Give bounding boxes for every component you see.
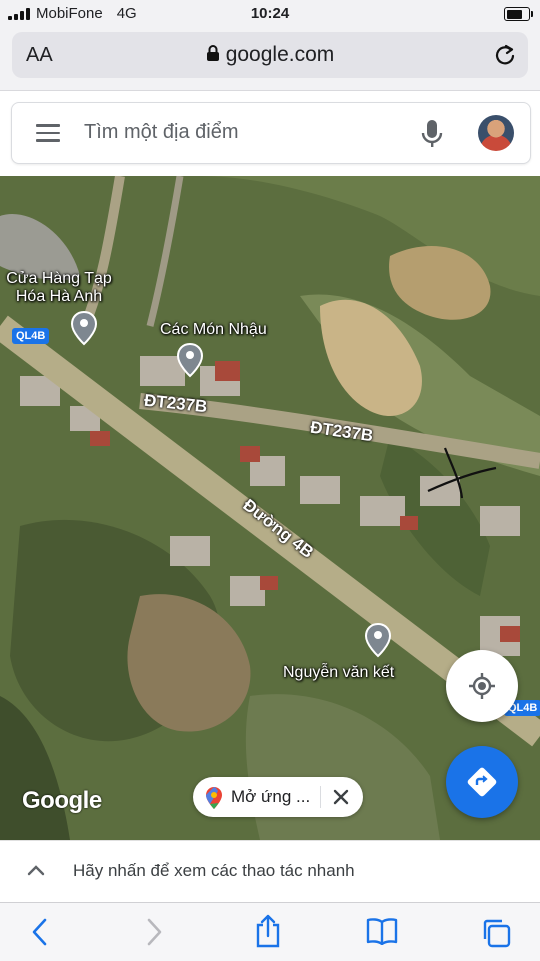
share-icon[interactable] — [254, 914, 282, 948]
search-input[interactable]: Tìm một địa điểm — [84, 121, 238, 144]
search-box[interactable]: Tìm một địa điểm — [11, 102, 531, 164]
reload-icon[interactable] — [494, 43, 516, 67]
satellite-map[interactable]: Cửa Hàng Tạp Hóa Hà Anh Các Món Nhậu Ngu… — [0, 176, 540, 840]
place-label[interactable]: Cửa Hàng Tạp Hóa Hà Anh — [0, 270, 118, 306]
open-app-label: Mở ứng ... — [231, 787, 311, 806]
battery-icon — [504, 7, 533, 21]
google-attribution: Google — [22, 787, 102, 814]
place-label[interactable]: Nguyễn văn kết — [283, 664, 394, 682]
quick-actions-bar[interactable]: Hãy nhấn để xem các thao tác nhanh — [0, 840, 540, 903]
forward-icon[interactable] — [144, 917, 164, 947]
quick-actions-label: Hãy nhấn để xem các thao tác nhanh — [73, 861, 355, 880]
clock: 10:24 — [250, 5, 290, 22]
menu-icon[interactable] — [36, 124, 60, 142]
tabs-icon[interactable] — [480, 917, 512, 949]
status-bar: MobiFone 4G 10:24 — [0, 0, 540, 28]
browser-address-area: AA google.com — [0, 28, 540, 90]
chevron-up-icon — [27, 865, 45, 876]
my-location-icon — [469, 673, 495, 699]
lock-icon — [206, 45, 219, 61]
open-app-chip[interactable]: Mở ứng ... — [193, 777, 363, 817]
url-display[interactable]: google.com — [12, 43, 528, 67]
divider — [0, 90, 540, 91]
microphone-icon[interactable] — [421, 119, 443, 149]
address-bar[interactable]: AA google.com — [12, 32, 528, 78]
directions-icon — [467, 767, 497, 797]
highway-shield: QL4B — [12, 328, 50, 344]
place-pin-icon[interactable] — [364, 622, 392, 658]
domain-text: google.com — [225, 43, 335, 66]
my-location-button[interactable] — [446, 650, 518, 722]
bookmarks-icon[interactable] — [366, 917, 398, 945]
browser-toolbar — [0, 902, 540, 961]
place-pin-icon[interactable] — [176, 342, 204, 378]
avatar[interactable] — [478, 115, 514, 151]
divider — [320, 786, 321, 808]
directions-button[interactable] — [446, 746, 518, 818]
back-icon[interactable] — [30, 917, 50, 947]
place-pin-icon[interactable] — [70, 310, 98, 346]
place-label[interactable]: Các Món Nhậu — [160, 321, 267, 339]
close-icon[interactable] — [330, 786, 352, 808]
maps-logo-icon — [206, 787, 222, 809]
